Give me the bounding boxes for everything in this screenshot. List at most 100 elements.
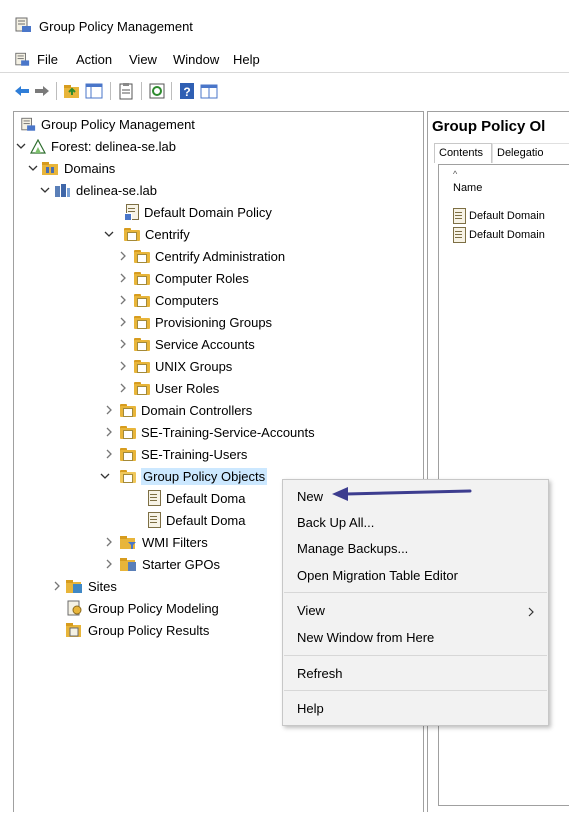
- tree-node-domain[interactable]: delinea-se.lab: [54, 179, 157, 201]
- tree-label: Default Doma: [166, 512, 246, 528]
- chevron-right-icon[interactable]: [118, 317, 128, 327]
- starter-gpo-icon: [120, 557, 136, 571]
- up-folder-icon[interactable]: [63, 82, 81, 100]
- gpo-folder-icon: [120, 469, 136, 483]
- tab-contents[interactable]: Contents: [434, 143, 492, 163]
- tree-node-forest[interactable]: Forest: delinea-se.lab: [30, 135, 176, 157]
- submenu-arrow-icon: [528, 607, 534, 617]
- results-icon: [66, 623, 81, 637]
- ou-folder-icon: [134, 293, 150, 307]
- menu-item-refresh[interactable]: Refresh: [297, 666, 343, 681]
- chevron-right-icon[interactable]: [104, 405, 114, 415]
- tree-node-centrify-child[interactable]: Centrify Administration: [134, 245, 285, 267]
- menu-item-manage-backups[interactable]: Manage Backups...: [297, 541, 408, 556]
- menu-help[interactable]: Help: [233, 52, 260, 67]
- tree-node-starter-gpos[interactable]: Starter GPOs: [120, 553, 220, 575]
- chevron-right-icon[interactable]: [104, 449, 114, 459]
- chevron-right-icon[interactable]: [118, 339, 128, 349]
- tree-label: Centrify: [145, 226, 190, 242]
- list-item[interactable]: Default Domain: [451, 208, 545, 224]
- back-icon[interactable]: [13, 82, 31, 100]
- menu-separator: [284, 690, 547, 691]
- tree-node-sites[interactable]: Sites: [66, 575, 117, 597]
- forward-icon[interactable]: [33, 82, 51, 100]
- tree-node-se-training-users[interactable]: SE-Training-Users: [120, 443, 247, 465]
- tree-node-group-policy-objects[interactable]: Group Policy Objects: [120, 465, 268, 487]
- menu-window[interactable]: Window: [173, 52, 219, 67]
- menu-item-back-up-all[interactable]: Back Up All...: [297, 515, 374, 530]
- tree-label: Provisioning Groups: [155, 314, 273, 330]
- chevron-right-icon[interactable]: [104, 559, 114, 569]
- tree-node-modeling[interactable]: Group Policy Modeling: [66, 597, 219, 619]
- chevron-down-icon[interactable]: [104, 229, 114, 239]
- ou-folder-icon: [120, 425, 136, 439]
- column-header-name[interactable]: Name: [453, 182, 482, 194]
- toolbar-separator: [141, 82, 142, 100]
- chevron-right-icon[interactable]: [52, 581, 62, 591]
- refresh-icon[interactable]: [148, 82, 166, 100]
- tree-label: SE-Training-Service-Accounts: [141, 424, 315, 440]
- console-icon[interactable]: [200, 82, 218, 100]
- chevron-right-icon[interactable]: [104, 427, 114, 437]
- tree-label: Forest: delinea-se.lab: [51, 138, 177, 154]
- chevron-down-icon[interactable]: [100, 471, 110, 481]
- tree-node-gpm-root[interactable]: Group Policy Management: [20, 113, 195, 135]
- chevron-right-icon[interactable]: [118, 295, 128, 305]
- menu-item-view[interactable]: View: [297, 603, 325, 618]
- menu-bar: File Action View Window Help: [0, 46, 569, 73]
- gpo-link-icon: [124, 204, 139, 221]
- help-icon[interactable]: ?: [178, 82, 196, 100]
- tree-node-centrify[interactable]: Centrify: [124, 223, 190, 245]
- tree-node-default-domain-policy[interactable]: Default Domain Policy: [124, 201, 272, 223]
- ou-folder-icon: [124, 227, 140, 241]
- tree-node-se-training-service-accounts[interactable]: SE-Training-Service-Accounts: [120, 421, 315, 443]
- ou-folder-icon: [134, 271, 150, 285]
- tree-node-domain-controllers[interactable]: Domain Controllers: [120, 399, 252, 421]
- tree-node-centrify-child[interactable]: User Roles: [134, 377, 219, 399]
- chevron-down-icon[interactable]: [40, 185, 50, 195]
- tree-label: Group Policy Results: [88, 622, 210, 638]
- ou-folder-icon: [120, 447, 136, 461]
- tree-node-results[interactable]: Group Policy Results: [66, 619, 209, 641]
- tree-node-centrify-child[interactable]: Computers: [134, 289, 219, 311]
- menu-item-open-migration-table-editor[interactable]: Open Migration Table Editor: [297, 568, 458, 583]
- tree-node-gpo-child[interactable]: Default Doma: [146, 487, 245, 509]
- menu-file[interactable]: File: [37, 52, 58, 67]
- chevron-right-icon[interactable]: [118, 251, 128, 261]
- gpo-icon: [451, 227, 466, 243]
- menu-item-new-window-from-here[interactable]: New Window from Here: [297, 630, 434, 645]
- chevron-right-icon[interactable]: [118, 383, 128, 393]
- tree-label: Starter GPOs: [142, 556, 221, 572]
- tab-delegation[interactable]: Delegatio: [492, 143, 569, 163]
- window-title: Group Policy Management: [39, 19, 193, 34]
- show-hide-tree-icon[interactable]: [85, 82, 103, 100]
- tree-node-domains[interactable]: Domains: [42, 157, 115, 179]
- tree-node-wmi-filters[interactable]: WMI Filters: [120, 531, 208, 553]
- ou-folder-icon: [134, 381, 150, 395]
- gpmc-icon: [15, 17, 31, 32]
- chevron-down-icon[interactable]: [16, 141, 26, 151]
- gpo-icon: [451, 208, 466, 224]
- menu-action[interactable]: Action: [76, 52, 112, 67]
- details-title: Group Policy Ol: [432, 118, 546, 135]
- list-item[interactable]: Default Domain: [451, 227, 545, 243]
- tree-node-centrify-child[interactable]: Provisioning Groups: [134, 311, 272, 333]
- menu-view[interactable]: View: [129, 52, 157, 67]
- chevron-down-icon[interactable]: [28, 163, 38, 173]
- menu-item-new[interactable]: New: [297, 489, 323, 504]
- tree-node-gpo-child[interactable]: Default Doma: [146, 509, 245, 531]
- system-menu-icon[interactable]: [14, 52, 30, 67]
- chevron-right-icon[interactable]: [104, 537, 114, 547]
- chevron-right-icon[interactable]: [118, 273, 128, 283]
- tree-node-centrify-child[interactable]: UNIX Groups: [134, 355, 232, 377]
- tree-label: User Roles: [155, 380, 220, 396]
- properties-icon[interactable]: [117, 82, 135, 100]
- tree-label: Domains: [64, 160, 116, 176]
- tree-node-centrify-child[interactable]: Computer Roles: [134, 267, 249, 289]
- toolbar-separator: [110, 82, 111, 100]
- chevron-right-icon[interactable]: [118, 361, 128, 371]
- tree-node-centrify-child[interactable]: Service Accounts: [134, 333, 255, 355]
- menu-item-help[interactable]: Help: [297, 701, 324, 716]
- tree-label: Service Accounts: [155, 336, 255, 352]
- wmi-filter-icon: [120, 535, 136, 549]
